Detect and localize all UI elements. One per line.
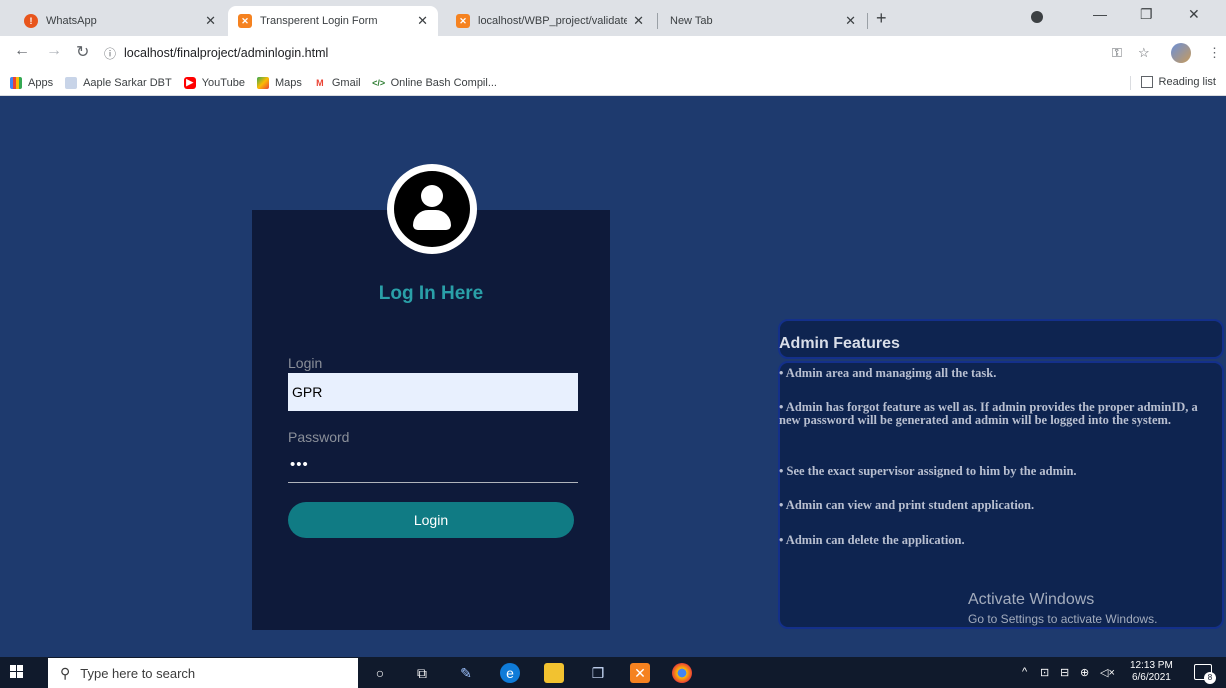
pen-app-icon[interactable]: ✎ [456, 663, 476, 683]
back-arrow-icon[interactable]: ← [14, 42, 30, 60]
whatsapp-icon: ! [24, 14, 38, 28]
youtube-icon: ▶ [183, 76, 196, 89]
close-icon[interactable]: ✕ [205, 13, 216, 29]
xampp-icon: ✕ [456, 14, 470, 28]
search-placeholder: Type here to search [80, 665, 196, 681]
watermark-line2: Go to Settings to activate Windows. [968, 612, 1158, 626]
chrome-browser-icon[interactable] [672, 663, 692, 683]
bookmark-label: YouTube [201, 76, 245, 89]
bookmark-label: Online Bash Compil... [390, 76, 497, 89]
bookmark-label: Apps [28, 76, 54, 89]
restore-icon[interactable]: ❐ [1140, 6, 1153, 23]
feature-item: • Admin can delete the application. [779, 533, 965, 547]
forward-arrow-icon[interactable]: → [46, 42, 62, 60]
bookmark-gmail[interactable]: M Gmail [314, 76, 361, 89]
show-hidden-icons-chevron-icon[interactable]: ^ [1022, 666, 1027, 678]
key-icon[interactable]: ⚿ [1112, 45, 1122, 61]
reading-list-button[interactable]: Reading list [1140, 76, 1216, 88]
activate-windows-watermark: Activate Windows Go to Settings to activ… [968, 591, 1157, 626]
cortana-icon[interactable]: ○ [370, 663, 390, 683]
feature-item: • See the exact supervisor assigned to h… [779, 464, 1077, 478]
notification-count: 8 [1204, 672, 1216, 684]
bookmark-online-bash[interactable]: </> Online Bash Compil... [372, 76, 497, 89]
document-icon [65, 76, 78, 89]
bookmarks-bar: Apps Aaple Sarkar DBT ▶ YouTube Maps M G… [0, 70, 1226, 96]
page-content: Log In Here Login Password Login Admin F… [0, 97, 1226, 657]
reading-list-label: Reading list [1158, 76, 1216, 88]
browser-toolbar: ← → ↻ ⓘ localhost/finalproject/adminlogi… [0, 36, 1226, 70]
tab-new-tab[interactable]: New Tab ✕ [660, 6, 866, 36]
notification-center-icon[interactable]: 8 [1194, 664, 1216, 684]
close-icon[interactable]: ✕ [845, 13, 856, 29]
edge-browser-icon[interactable]: e [500, 663, 520, 683]
tab-label: localhost/WBP_project/validate.p [478, 15, 628, 27]
profile-avatar-icon[interactable] [1171, 43, 1191, 63]
tab-transperent-login[interactable]: ✕ Transperent Login Form ✕ [228, 6, 438, 36]
tab-whatsapp[interactable]: ! WhatsApp ✕ [14, 6, 226, 36]
tab-label: Transperent Login Form [260, 15, 378, 27]
bookmark-label: Gmail [331, 76, 361, 89]
windows-start-icon[interactable] [10, 665, 24, 679]
bookmark-maps[interactable]: Maps [256, 76, 302, 89]
login-title: Log In Here [378, 283, 484, 304]
watermark-line1: Activate Windows [968, 591, 1095, 608]
battery-icon[interactable]: ⊡ [1040, 666, 1049, 679]
features-title: Admin Features [779, 335, 900, 352]
taskbar-search-box[interactable]: ⚲ Type here to search [48, 658, 358, 688]
feature-item: • Admin area and managimg all the task. [779, 366, 997, 380]
minimize-icon[interactable]: — [1093, 6, 1107, 22]
info-icon[interactable]: ⓘ [104, 45, 116, 62]
tab-separator [657, 13, 658, 29]
feature-item: • Admin has forgot feature as well as. I… [779, 400, 1198, 427]
bookmarks-separator [1130, 76, 1131, 90]
tab-label: New Tab [670, 15, 713, 27]
close-icon[interactable]: ✕ [417, 13, 428, 29]
clock-date: 6/6/2021 [1131, 672, 1171, 683]
reading-list-icon [1140, 76, 1153, 88]
login-label: Login [288, 355, 323, 371]
login-panel [252, 210, 610, 630]
task-view-icon[interactable]: ⧉ [412, 663, 432, 683]
search-icon: ⚲ [60, 664, 71, 681]
xampp-icon: ✕ [238, 14, 252, 28]
user-avatar-icon [387, 164, 477, 254]
media-record-icon[interactable] [1031, 11, 1043, 23]
close-window-icon[interactable]: ✕ [1188, 6, 1200, 23]
document-app-icon[interactable]: ❐ [588, 663, 608, 683]
bookmark-youtube[interactable]: ▶ YouTube [183, 76, 245, 89]
new-tab-plus-icon[interactable]: + [876, 8, 887, 29]
tab-validate[interactable]: ✕ localhost/WBP_project/validate.p ✕ [446, 6, 654, 36]
maps-icon [256, 76, 269, 89]
feature-item: • Admin can view and print student appli… [779, 498, 1035, 512]
tab-separator [867, 13, 868, 29]
password-label: Password [288, 429, 350, 445]
network-icon[interactable]: ⊟ [1060, 666, 1069, 679]
apps-grid-icon [10, 76, 22, 89]
star-icon[interactable]: ☆ [1138, 45, 1150, 61]
gmail-icon: M [316, 77, 324, 88]
bookmark-label: Aaple Sarkar DBT [83, 76, 172, 89]
bookmark-label: Maps [274, 76, 302, 89]
bookmark-apps[interactable]: Apps [10, 76, 54, 89]
login-input[interactable] [288, 373, 578, 411]
menu-dots-icon[interactable]: ⋮ [1208, 45, 1221, 61]
password-input[interactable] [288, 447, 578, 483]
bookmark-aaple-sarkar[interactable]: Aaple Sarkar DBT [65, 76, 172, 89]
close-icon[interactable]: ✕ [633, 13, 644, 29]
clock-time: 12:13 PM [1130, 660, 1173, 671]
tab-label: WhatsApp [46, 15, 97, 27]
taskbar-clock[interactable]: 12:13 PM 6/6/2021 [1130, 660, 1173, 684]
url-text: localhost/finalproject/adminlogin.html [124, 46, 329, 60]
code-icon: </> [372, 77, 386, 88]
language-globe-icon[interactable]: ⊕ [1080, 666, 1089, 679]
address-bar[interactable]: ⓘ localhost/finalproject/adminlogin.html [104, 40, 1024, 66]
volume-icon[interactable]: ◁× [1100, 666, 1115, 679]
file-explorer-icon[interactable] [544, 663, 564, 683]
xampp-icon[interactable]: ✕ [630, 663, 650, 683]
reload-icon[interactable]: ↻ [76, 42, 89, 62]
login-button[interactable]: Login [288, 502, 574, 538]
windows-taskbar: ⚲ Type here to search ○ ⧉ ✎ e ❐ ✕ ^ ⊡ ⊟ … [0, 657, 1226, 688]
browser-tab-strip: ! WhatsApp ✕ ✕ Transperent Login Form ✕ … [0, 0, 1226, 36]
